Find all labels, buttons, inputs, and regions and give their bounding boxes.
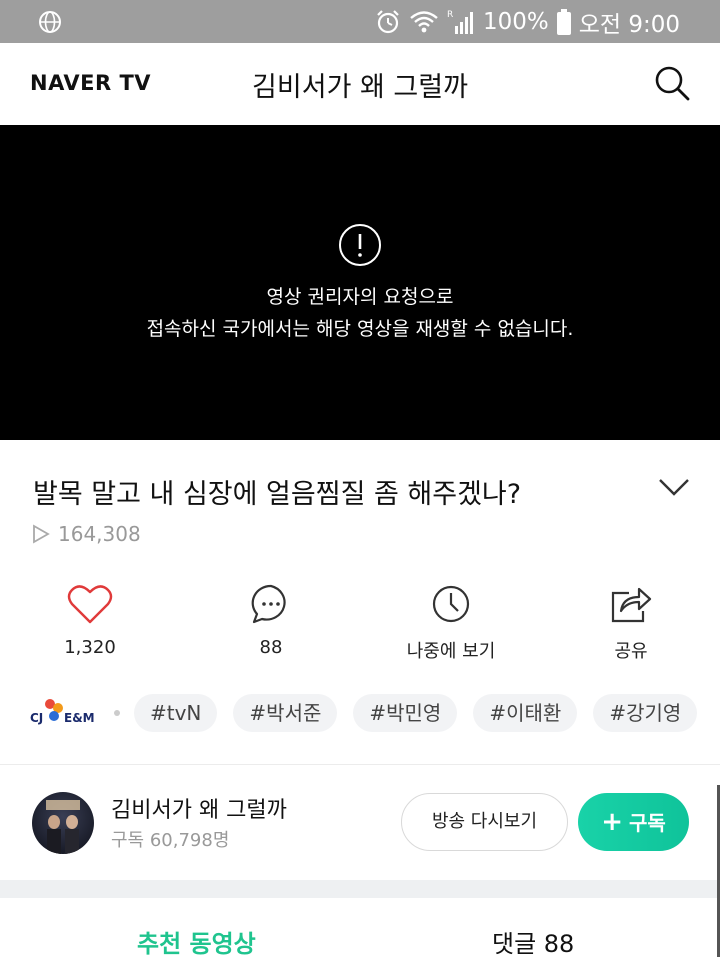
comment-icon <box>251 584 286 624</box>
channel-name[interactable]: 김비서가 왜 그럴까 <box>111 792 287 824</box>
cj-text: CJ <box>30 711 43 725</box>
heart-icon <box>67 585 113 624</box>
like-button[interactable]: 1,320 <box>20 583 160 658</box>
play-count: 164,308 <box>32 522 141 546</box>
subscriber-count: 구독 60,798명 <box>111 830 230 851</box>
battery-icon <box>556 9 571 35</box>
em-text: E&M <box>64 711 95 725</box>
share-icon <box>611 587 652 623</box>
chevron-down-icon[interactable] <box>658 476 690 498</box>
divider <box>0 764 720 765</box>
roaming-indicator: R <box>447 10 453 20</box>
playback-restriction-message: 영상 권리자의 요청으로 접속하신 국가에서는 해당 영상을 재생할 수 없습니… <box>0 281 720 345</box>
status-bar: R 100% 오전 9:00 <box>0 0 720 43</box>
action-bar: 1,320 88 나중에 보기 공유 <box>0 583 720 663</box>
subscribe-label: 구독 <box>628 811 666 835</box>
wifi-icon <box>410 11 438 33</box>
subscribe-button[interactable]: + 구독 <box>578 793 689 851</box>
separator-dot <box>114 710 120 716</box>
plus-icon: + <box>601 807 623 837</box>
tab-comments[interactable]: 댓글 88 <box>492 924 574 957</box>
tag-park-min-young[interactable]: #박민영 <box>353 694 458 732</box>
play-icon <box>33 524 50 544</box>
cj-em-logo[interactable]: CJ E&M <box>30 694 108 732</box>
tag-lee-tae-hwan[interactable]: #이태환 <box>473 694 578 732</box>
tab-recommended[interactable]: 추천 동영상 <box>137 924 256 957</box>
channel-avatar[interactable] <box>32 792 94 854</box>
restriction-line-2: 접속하신 국가에서는 해당 영상을 재생할 수 없습니다. <box>146 318 574 340</box>
section-gap <box>0 880 720 898</box>
globe-icon <box>39 11 61 33</box>
watch-later-label: 나중에 보기 <box>406 641 496 662</box>
page-title: 김비서가 왜 그럴까 <box>252 72 468 103</box>
signal-icon: R <box>447 10 473 34</box>
clip-title: 발목 말고 내 심장에 얼음찜질 좀 해주겠나? <box>33 479 522 510</box>
tag-kang-ki-young[interactable]: #강기영 <box>593 694 698 732</box>
comment-button[interactable]: 88 <box>201 583 341 658</box>
content-tabs: 추천 동영상 댓글 88 <box>0 898 720 957</box>
replay-broadcast-button[interactable]: 방송 다시보기 <box>401 793 568 851</box>
app-header: NAVER TV 김비서가 왜 그럴까 <box>0 43 720 125</box>
tag-list: CJ E&M #tvN #박서준 #박민영 #이태환 #강기영 <box>30 694 698 732</box>
alarm-icon <box>377 10 399 34</box>
tag-tvn[interactable]: #tvN <box>134 694 218 732</box>
battery-percent: 100% <box>482 9 549 35</box>
clock-icon <box>432 585 470 623</box>
share-button[interactable]: 공유 <box>561 583 701 663</box>
comment-count: 88 <box>259 637 283 658</box>
video-player[interactable]: 영상 권리자의 요청으로 접속하신 국가에서는 해당 영상을 재생할 수 없습니… <box>0 125 720 440</box>
like-count: 1,320 <box>64 637 116 658</box>
search-icon[interactable] <box>652 63 692 103</box>
alert-icon <box>339 224 381 266</box>
restriction-line-1: 영상 권리자의 요청으로 <box>266 286 454 308</box>
watch-later-button[interactable]: 나중에 보기 <box>381 583 521 663</box>
tag-park-seo-joon[interactable]: #박서준 <box>233 694 338 732</box>
clock-time: 오전 9:00 <box>578 12 680 38</box>
share-label: 공유 <box>614 641 648 662</box>
play-count-value: 164,308 <box>58 522 141 546</box>
